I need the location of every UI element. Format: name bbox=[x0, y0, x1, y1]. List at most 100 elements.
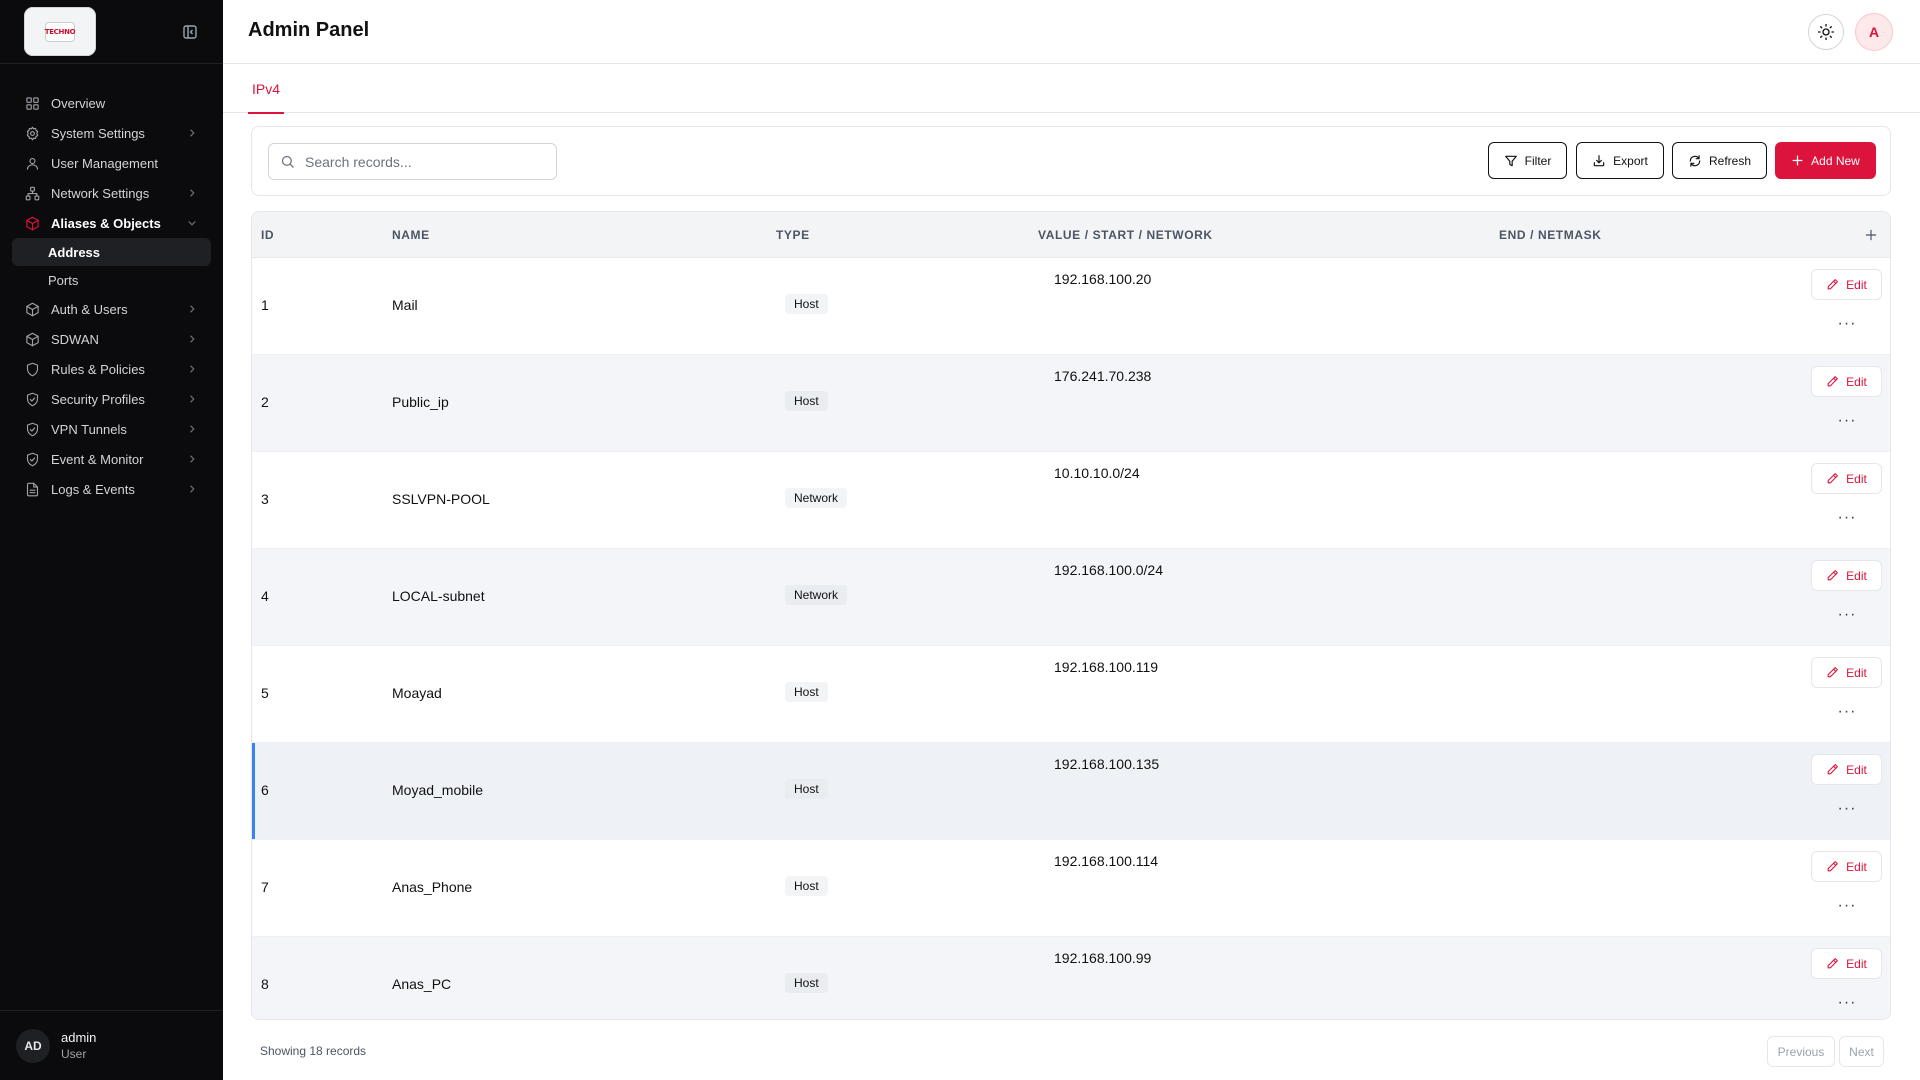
sidebar-item-label: Event & Monitor bbox=[51, 451, 144, 467]
column-header-value[interactable]: VALUE / START / NETWORK bbox=[1038, 212, 1213, 258]
table-row[interactable]: 1 Mail Host 192.168.100.20 Edit ··· bbox=[252, 258, 1890, 355]
edit-label: Edit bbox=[1846, 859, 1867, 874]
user-menu-avatar[interactable]: A bbox=[1855, 13, 1893, 51]
sidebar-item-label: SDWAN bbox=[51, 331, 99, 347]
sidebar-item-auth-users[interactable]: Auth & Users bbox=[12, 294, 211, 324]
sidebar-item-network-settings[interactable]: Network Settings bbox=[12, 178, 211, 208]
cell-value: 176.241.70.238 bbox=[1054, 368, 1152, 384]
sidebar-user-card[interactable]: AD admin User bbox=[0, 1010, 223, 1080]
chevron-right-icon bbox=[190, 189, 195, 197]
sidebar-subitem-ports[interactable]: Ports bbox=[12, 266, 211, 294]
cell-id: 7 bbox=[261, 879, 269, 895]
cell-value: 10.10.10.0/24 bbox=[1054, 465, 1140, 481]
pencil-icon bbox=[1827, 958, 1839, 969]
edit-button[interactable]: Edit bbox=[1811, 463, 1882, 494]
type-badge: Network bbox=[785, 488, 848, 508]
pencil-icon bbox=[1827, 279, 1839, 290]
type-badge: Host bbox=[785, 391, 828, 411]
more-actions-button[interactable]: ··· bbox=[1832, 993, 1862, 1013]
cell-name: SSLVPN-POOL bbox=[392, 491, 490, 507]
sidebar-nav: Overview System Settings User Management Ne… bbox=[12, 88, 211, 504]
theme-toggle-button[interactable] bbox=[1808, 14, 1844, 50]
export-label: Export bbox=[1613, 153, 1648, 168]
more-actions-button[interactable]: ··· bbox=[1832, 896, 1862, 916]
sidebar-item-event-monitor[interactable]: Event & Monitor bbox=[12, 444, 211, 474]
sidebar-item-rules-policies[interactable]: Rules & Policies bbox=[12, 354, 211, 384]
cell-name: Mail bbox=[392, 297, 418, 313]
chevron-right-icon bbox=[190, 129, 195, 137]
edit-button[interactable]: Edit bbox=[1811, 269, 1882, 300]
type-badge: Host bbox=[785, 779, 828, 799]
add-new-button[interactable]: Add New bbox=[1775, 142, 1876, 179]
sidebar-item-overview[interactable]: Overview bbox=[12, 88, 211, 118]
edit-button[interactable]: Edit bbox=[1811, 560, 1882, 591]
column-header-type[interactable]: TYPE bbox=[776, 212, 810, 258]
type-badge: Network bbox=[785, 585, 848, 605]
sidebar-item-security-profiles[interactable]: Security Profiles bbox=[12, 384, 211, 414]
more-actions-button[interactable]: ··· bbox=[1832, 508, 1862, 528]
more-actions-button[interactable]: ··· bbox=[1832, 702, 1862, 722]
more-actions-button[interactable]: ··· bbox=[1832, 605, 1862, 625]
table-row[interactable]: 6 Moyad_mobile Host 192.168.100.135 Edit ··· bbox=[252, 743, 1890, 840]
sidebar-item-logs-events[interactable]: Logs & Events bbox=[12, 474, 211, 504]
sidebar-item-label: Security Profiles bbox=[51, 391, 145, 407]
table-row[interactable]: 8 Anas_PC Host 192.168.100.99 Edit ··· bbox=[252, 937, 1890, 1019]
sidebar-item-aliases-objects[interactable]: Aliases & Objects bbox=[12, 208, 211, 238]
sidebar-item-user-management[interactable]: User Management bbox=[12, 148, 211, 178]
search-box[interactable] bbox=[268, 143, 557, 180]
cell-name: Public_ip bbox=[392, 394, 449, 410]
pencil-icon bbox=[1827, 861, 1839, 872]
previous-page-button[interactable]: Previous bbox=[1767, 1036, 1835, 1067]
type-badge: Host bbox=[785, 876, 828, 896]
more-actions-button[interactable]: ··· bbox=[1832, 411, 1862, 431]
sidebar-header: TECHNO bbox=[0, 0, 223, 64]
edit-button[interactable]: Edit bbox=[1811, 948, 1882, 979]
table-row[interactable]: 2 Public_ip Host 176.241.70.238 Edit ··· bbox=[252, 355, 1890, 452]
cell-value: 192.168.100.99 bbox=[1054, 950, 1152, 966]
network-icon bbox=[24, 185, 40, 201]
refresh-button[interactable]: Refresh bbox=[1672, 142, 1767, 179]
table-toolbar: Filter Export Refresh Add New bbox=[251, 126, 1891, 196]
company-logo[interactable]: TECHNO bbox=[24, 7, 96, 56]
type-badge: Host bbox=[785, 682, 828, 702]
more-actions-button[interactable]: ··· bbox=[1832, 314, 1862, 334]
add-column-icon[interactable] bbox=[1864, 228, 1878, 242]
column-header-id[interactable]: ID bbox=[261, 212, 274, 258]
sidebar-collapse-button[interactable] bbox=[180, 22, 200, 42]
export-button[interactable]: Export bbox=[1576, 142, 1664, 179]
edit-button[interactable]: Edit bbox=[1811, 366, 1882, 397]
sidebar-item-label: Rules & Policies bbox=[51, 361, 145, 377]
sidebar-item-vpn-tunnels[interactable]: VPN Tunnels bbox=[12, 414, 211, 444]
search-input[interactable] bbox=[305, 153, 545, 170]
shield-check-icon bbox=[24, 421, 40, 437]
cube-icon bbox=[24, 301, 40, 317]
cell-id: 6 bbox=[261, 782, 269, 798]
search-icon bbox=[281, 155, 294, 168]
more-actions-button[interactable]: ··· bbox=[1832, 799, 1862, 819]
tab-ipv4[interactable]: IPv4 bbox=[247, 64, 285, 114]
table-row[interactable]: 3 SSLVPN-POOL Network 10.10.10.0/24 Edit ··· bbox=[252, 452, 1890, 549]
chevron-right-icon bbox=[190, 455, 195, 463]
user-name: admin bbox=[61, 1030, 97, 1045]
table-row[interactable]: 7 Anas_Phone Host 192.168.100.114 Edit ··· bbox=[252, 840, 1890, 937]
ellipsis-icon: ··· bbox=[1837, 897, 1857, 914]
sidebar-subitem-address[interactable]: Address bbox=[12, 238, 211, 266]
table-row[interactable]: 5 Moayad Host 192.168.100.119 Edit ··· bbox=[252, 646, 1890, 743]
cell-name: Anas_PC bbox=[392, 976, 452, 992]
edit-button[interactable]: Edit bbox=[1811, 754, 1882, 785]
edit-button[interactable]: Edit bbox=[1811, 657, 1882, 688]
edit-label: Edit bbox=[1846, 665, 1867, 680]
cell-value: 192.168.100.119 bbox=[1054, 659, 1159, 675]
ellipsis-icon: ··· bbox=[1837, 994, 1857, 1011]
edit-button[interactable]: Edit bbox=[1811, 851, 1882, 882]
filter-button[interactable]: Filter bbox=[1488, 142, 1567, 179]
next-page-button[interactable]: Next bbox=[1839, 1036, 1884, 1067]
table-row[interactable]: 4 LOCAL-subnet Network 192.168.100.0/24 Edit… bbox=[252, 549, 1890, 646]
sidebar-item-sdwan[interactable]: SDWAN bbox=[12, 324, 211, 354]
column-header-name[interactable]: NAME bbox=[392, 212, 430, 258]
column-header-end[interactable]: END / NETMASK bbox=[1499, 212, 1601, 258]
logo-mark: TECHNO bbox=[45, 22, 76, 41]
sidebar-item-label: System Settings bbox=[51, 125, 145, 141]
sidebar-item-system-settings[interactable]: System Settings bbox=[12, 118, 211, 148]
sidebar-item-label: VPN Tunnels bbox=[51, 421, 127, 437]
